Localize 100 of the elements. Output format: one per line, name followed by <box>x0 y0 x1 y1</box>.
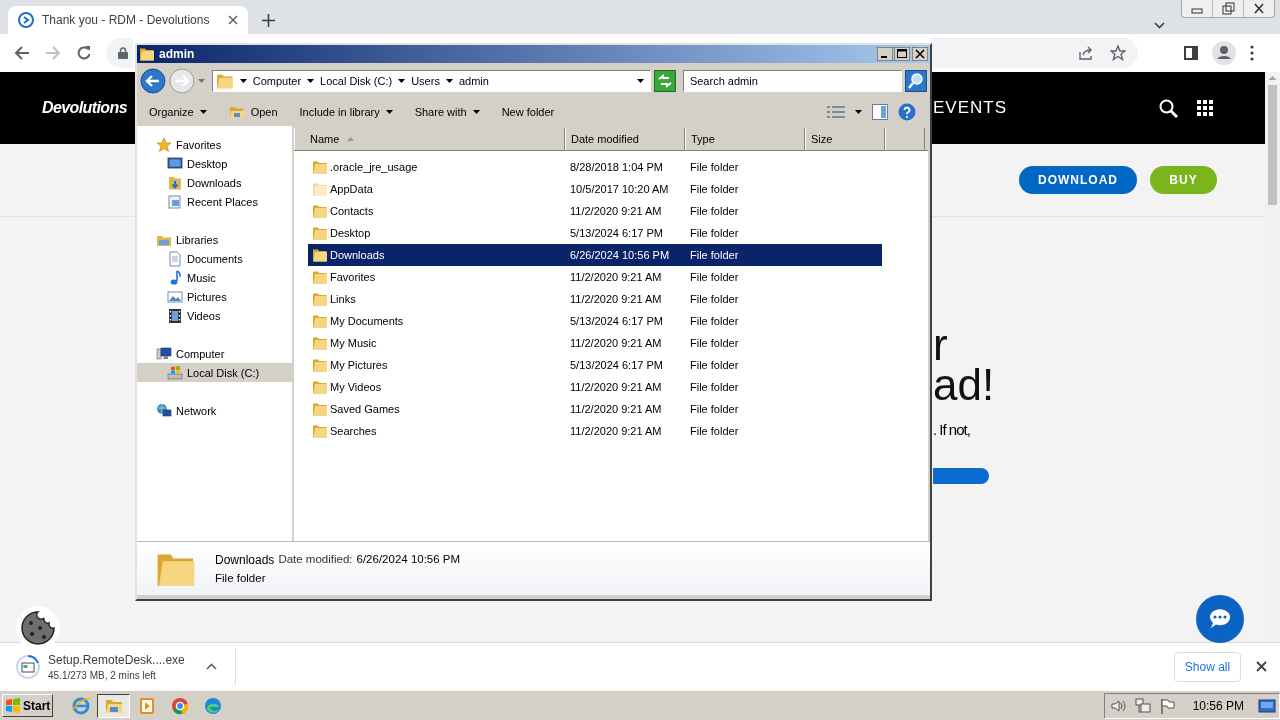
folder-icon <box>228 104 245 120</box>
reload-icon[interactable] <box>76 45 92 61</box>
nav-item[interactable]: Pictures <box>137 287 292 306</box>
preview-pane-icon[interactable] <box>872 104 888 120</box>
file-name: Saved Games <box>330 403 400 415</box>
network-icon[interactable] <box>1134 697 1151 714</box>
file-row[interactable]: Contacts 11/2/2020 9:21 AM File folder <box>308 200 882 222</box>
nav-item[interactable]: Recent Places <box>137 192 292 211</box>
caret-icon <box>398 79 406 83</box>
start-button[interactable]: Start <box>2 694 53 717</box>
date-cell-text: 5/13/2024 6:17 PM <box>569 227 664 239</box>
help-icon[interactable] <box>898 103 916 121</box>
maximize-button[interactable] <box>894 47 910 61</box>
date-cell-text: 11/2/2020 9:21 AM <box>569 337 663 349</box>
nav-item[interactable]: Downloads <box>137 173 292 192</box>
show-desktop-icon[interactable] <box>1258 697 1276 714</box>
chat-button[interactable] <box>1196 595 1244 643</box>
taskbar-button[interactable] <box>97 693 130 718</box>
refresh-button[interactable] <box>654 70 676 92</box>
cta-button[interactable] <box>933 468 989 484</box>
details-name: Downloads <box>215 553 275 567</box>
close-icon[interactable] <box>228 15 238 25</box>
caret-icon <box>472 110 480 114</box>
nav-link[interactable]: EVENTS <box>933 98 1008 118</box>
scrollbar-thumb[interactable] <box>1268 85 1277 205</box>
nav-item[interactable]: Videos <box>137 306 292 325</box>
column-header[interactable]: Type <box>685 128 805 150</box>
file-row[interactable]: My Pictures 5/13/2024 6:17 PM File folder <box>308 354 882 376</box>
breadcrumb-item[interactable]: Local Disk (C:) <box>320 75 393 87</box>
browser-tab[interactable]: Thank you - RDM - Devolutions <box>8 6 248 34</box>
menu-icon[interactable] <box>1250 45 1254 61</box>
file-row[interactable]: AppData 10/5/2017 10:20 AM File folder <box>308 178 882 200</box>
caret-icon <box>239 79 247 83</box>
address-field[interactable]: Computer Local Disk (C:) Users admin <box>211 70 651 92</box>
back-icon[interactable] <box>14 45 30 61</box>
monitor-icon <box>167 155 183 172</box>
nav-item[interactable]: Libraries <box>137 230 292 249</box>
file-name: Desktop <box>330 227 371 239</box>
nav-item[interactable]: Desktop <box>137 154 292 173</box>
network-icon <box>156 402 172 419</box>
file-row[interactable]: Desktop 5/13/2024 6:17 PM File folder <box>308 222 882 244</box>
search-icon[interactable] <box>1159 98 1178 118</box>
search-button[interactable] <box>905 70 927 92</box>
column-header[interactable]: Size <box>805 128 885 150</box>
caret-up-icon[interactable] <box>206 663 217 670</box>
breadcrumb-item[interactable]: Users <box>411 75 440 87</box>
file-name: My Music <box>330 337 377 349</box>
toolbar-button[interactable]: New folder <box>501 106 567 118</box>
folder-icon <box>215 72 234 90</box>
nav-item[interactable]: Computer <box>137 344 292 363</box>
chevron-down-icon[interactable] <box>1154 22 1165 29</box>
picture-icon <box>167 288 183 305</box>
share-icon[interactable] <box>1078 45 1094 61</box>
nav-item[interactable]: Documents <box>137 249 292 268</box>
address-bar[interactable] <box>106 38 133 68</box>
file-row[interactable]: My Documents 5/13/2024 6:17 PM File folder <box>308 310 882 332</box>
flag-icon[interactable] <box>1158 697 1175 714</box>
heading-text: ad! <box>933 365 995 405</box>
computer-icon <box>156 345 172 362</box>
file-row[interactable]: My Music 11/2/2020 9:21 AM File folder <box>308 332 882 354</box>
open-button[interactable]: Open <box>228 104 290 120</box>
back-button[interactable] <box>140 68 166 94</box>
apps-grid-icon[interactable] <box>1197 100 1213 116</box>
search-field[interactable]: Search admin <box>682 70 903 92</box>
breadcrumb-item[interactable]: Computer <box>252 75 302 87</box>
toolbar-button[interactable]: Organize <box>149 106 219 118</box>
file-row[interactable]: .oracle_jre_usage 8/28/2018 1:04 PM File folder <box>308 156 882 178</box>
file-row[interactable]: Links 11/2/2020 9:21 AM File folder <box>308 288 882 310</box>
nav-item[interactable]: Music <box>137 268 292 287</box>
download-button[interactable]: DOWNLOAD <box>1019 166 1137 194</box>
minimize-button[interactable] <box>877 47 893 61</box>
file-row[interactable]: Searches 11/2/2020 9:21 AM File folder <box>308 420 882 442</box>
star-icon[interactable] <box>1110 45 1126 61</box>
logo-text[interactable]: Devolutions <box>42 99 127 116</box>
file-row[interactable]: My Videos 11/2/2020 9:21 AM File folder <box>308 376 882 398</box>
column-header[interactable]: Date modified <box>565 128 685 150</box>
show-all-button[interactable]: Show all <box>1174 651 1241 682</box>
recent-places-icon <box>167 193 183 210</box>
side-panel-icon[interactable] <box>1184 46 1198 60</box>
toolbar-button[interactable]: Include in library <box>299 106 405 118</box>
column-header[interactable]: Name <box>294 128 565 150</box>
caret-icon <box>445 79 453 83</box>
file-row[interactable]: Favorites 11/2/2020 9:21 AM File folder <box>308 266 882 288</box>
folder-icon <box>139 46 155 62</box>
close-button[interactable] <box>912 47 928 61</box>
nav-item[interactable]: Network <box>137 401 292 420</box>
site-logo-icon <box>18 12 34 28</box>
type-cell-text: File folder <box>689 403 740 415</box>
nav-item[interactable]: Local Disk (C:) <box>137 363 292 382</box>
breadcrumb-item[interactable]: admin <box>458 75 489 87</box>
toolbar-button[interactable]: Share with <box>414 106 492 118</box>
file-name: Searches <box>330 425 377 437</box>
profile-avatar[interactable] <box>1212 41 1236 65</box>
type-cell-text: File folder <box>689 227 740 239</box>
close-icon[interactable] <box>1256 661 1267 672</box>
new-tab-icon[interactable] <box>262 14 275 27</box>
file-row[interactable]: Downloads 6/26/2024 10:56 PM File folder <box>308 244 882 266</box>
nav-item[interactable]: Favorites <box>137 135 292 154</box>
volume-icon[interactable] <box>1110 697 1127 714</box>
file-row[interactable]: Saved Games 11/2/2020 9:21 AM File folder <box>308 398 882 420</box>
